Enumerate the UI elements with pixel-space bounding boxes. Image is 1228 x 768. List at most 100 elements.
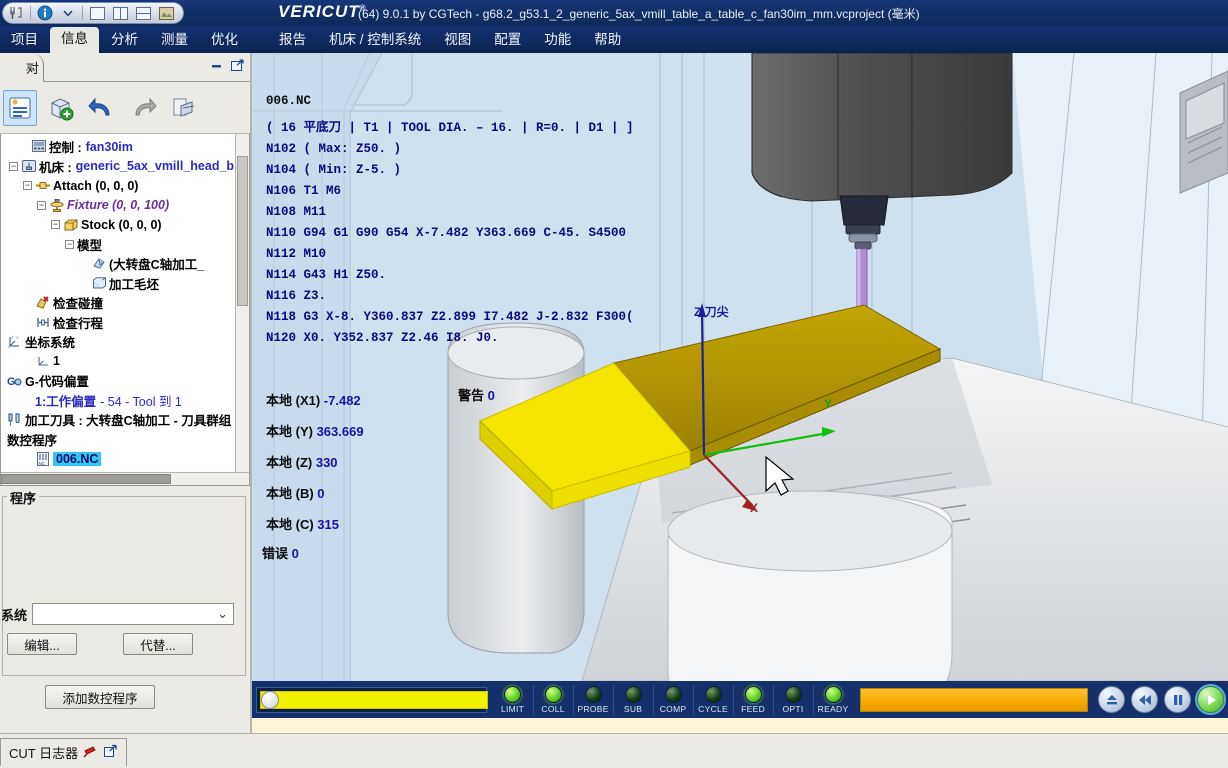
tree-row-attach[interactable]: − Attach (0, 0, 0) [5,176,249,196]
close-icon[interactable]: ✕ [22,59,38,75]
tree-horizontal-thumb[interactable] [1,474,171,484]
limit-lamp-icon [504,685,522,703]
lamp-sub[interactable]: SUB [612,684,653,715]
cut-log-label: CUT 日志器 [9,746,79,761]
expander-machine[interactable]: − [9,161,18,171]
expander-model[interactable]: − [65,239,74,249]
tree-row-coordinate-system[interactable]: ZYX 坐标系统 [5,332,249,352]
progress-slider[interactable] [256,686,488,713]
lamp-probe[interactable]: PROBE [572,684,613,715]
split-vertical-icon[interactable] [111,4,129,22]
split-horizontal-icon[interactable] [134,4,152,22]
machine-tool-icon[interactable] [7,4,25,22]
expander-fixture[interactable]: − [37,200,46,210]
system-combo[interactable]: ⌄ [32,603,235,625]
pin-icon[interactable] [83,744,98,761]
menu-item-view[interactable]: 视图 [433,28,482,53]
tree-row-work-offset[interactable]: 1:工作偏置 - 54 - Tool 到 1 [5,391,249,411]
tree-row-nc-file[interactable]: NC 006.NC [5,449,249,469]
tree-vertical-thumb[interactable] [237,156,248,306]
expander-attach[interactable]: − [23,181,32,191]
tree-label-nc-file[interactable]: 006.NC [53,451,102,466]
render-view-icon[interactable] [157,4,175,22]
minimize-icon[interactable] [208,57,225,74]
tree-horizontal-scrollbar[interactable] [1,472,249,485]
lamp-comp[interactable]: COMP [652,684,693,715]
tree-row-control[interactable]: 控制 : fan30im [5,137,249,157]
lamp-label-comp: COMP [659,703,687,714]
undo-icon[interactable] [85,90,119,126]
lamp-cycle[interactable]: CYCLE [692,684,733,715]
redo-icon[interactable] [126,90,160,126]
menu-item-measure[interactable]: 测量 [150,28,199,53]
edit-button[interactable]: 编辑... [7,633,77,655]
reset-button[interactable] [1098,686,1125,713]
menu-item-project[interactable]: 项目 [0,28,49,53]
simulation-viewport[interactable]: Z 刀尖 Y X 006.NC ( 16 平底刀 | T1 | TOOL DIA… [252,53,1228,681]
rewind-button[interactable] [1131,686,1158,713]
gcode-line-5: N110 G94 G1 G90 G54 X-7.482 Y363.669 C-4… [266,226,627,240]
project-tree-icon[interactable] [3,89,37,126]
tree-row-csys-1[interactable]: 1 [5,352,249,372]
menu-item-help[interactable]: 帮助 [583,28,632,53]
tree-row-blank[interactable]: 加工毛坯 [5,274,249,294]
menu-item-analysis[interactable]: 分析 [100,28,149,53]
tree-label-work-offset: 1:工作偏置 [35,394,97,409]
menu-item-function[interactable]: 功能 [533,28,582,53]
pause-button[interactable] [1164,686,1191,713]
menu-item-report[interactable]: 报告 [268,28,317,53]
program-groupbox-title: 程序 [7,488,40,507]
lamp-coll[interactable]: COLL [532,684,573,715]
tree-row-fixture[interactable]: − Fixture (0, 0, 100) [5,196,249,216]
cycle-lamp-icon [704,685,722,703]
bottom-bar: CUT 日志器 [0,733,1228,768]
chevron-down-icon[interactable]: ⌄ [217,606,228,622]
export-icon[interactable] [167,90,201,126]
project-tree[interactable]: 控制 : fan30im − 机床 : generic_5ax_vmill_he… [0,134,250,486]
tree-row-machine[interactable]: − 机床 : generic_5ax_vmill_head_b [5,157,249,177]
tree-row-stock[interactable]: − Stock (0, 0, 0) [5,215,249,235]
popout-icon[interactable] [103,744,118,761]
probe-lamp-icon [584,685,602,703]
lamp-feed[interactable]: FEED [732,684,773,715]
menu-item-machine-control[interactable]: 机床 / 控制系统 [318,28,432,53]
coll-lamp-icon [544,685,562,703]
popout-icon[interactable] [229,57,246,74]
replace-button[interactable]: 代替... [123,633,193,655]
axis-readout-y: 本地 (Y) 363.669 [266,416,364,447]
tree-row-collision-check[interactable]: 检查碰撞 [5,293,249,313]
cut-log-tab[interactable]: CUT 日志器 [0,738,128,766]
tree-row-gcode-offset[interactable]: G G-代码偏置 [5,371,249,391]
tree-row-tooling[interactable]: 加工刀具 : 大转盘C轴加工 - 刀具群组 - [5,410,249,430]
single-pane-icon[interactable] [88,4,106,22]
warning-value: 0 [487,388,495,403]
gcode-file-name: 006.NC [266,94,312,108]
lamp-opti[interactable]: OPTI [772,684,813,715]
status-lamp-group: LIMIT COLL PROBE SUB COMP CYCLE FEED OPT… [493,684,853,715]
lamp-limit[interactable]: LIMIT [493,685,533,715]
tree-row-travel-check[interactable]: 检查行程 [5,313,249,333]
tree-vertical-scrollbar[interactable] [235,134,249,485]
tree-label-travel-check: 检查行程 [53,316,104,331]
feedrate-bar[interactable] [859,687,1088,712]
tree-label-control: 控制 : [49,141,82,156]
menu-item-config[interactable]: 配置 [483,28,532,53]
lamp-label-coll: COLL [541,703,565,714]
axis-label-c: 本地 (C) [266,517,314,532]
warning-label: 警告 [458,388,485,403]
add-nc-program-button[interactable]: 添加数控程序 [45,685,155,709]
progress-knob[interactable] [261,690,279,709]
tree-row-nc-programs[interactable]: 数控程序 [5,430,249,450]
menu-item-info[interactable]: 信息 [50,27,99,53]
menu-item-optimize[interactable]: 优化 [200,28,249,53]
tree-row-solid-model[interactable]: (大转盘C轴加工_ [5,254,249,274]
info-icon[interactable] [36,4,54,22]
expander-stock[interactable]: − [51,220,60,230]
play-button[interactable] [1195,684,1226,715]
lamp-ready[interactable]: READY [812,684,853,715]
tree-row-model[interactable]: − 模型 [5,235,249,255]
chevron-down-icon[interactable] [59,4,77,22]
add-component-icon[interactable] [44,90,78,126]
tree-label-machine: 机床 : [39,160,72,175]
svg-text:Y: Y [16,335,19,340]
